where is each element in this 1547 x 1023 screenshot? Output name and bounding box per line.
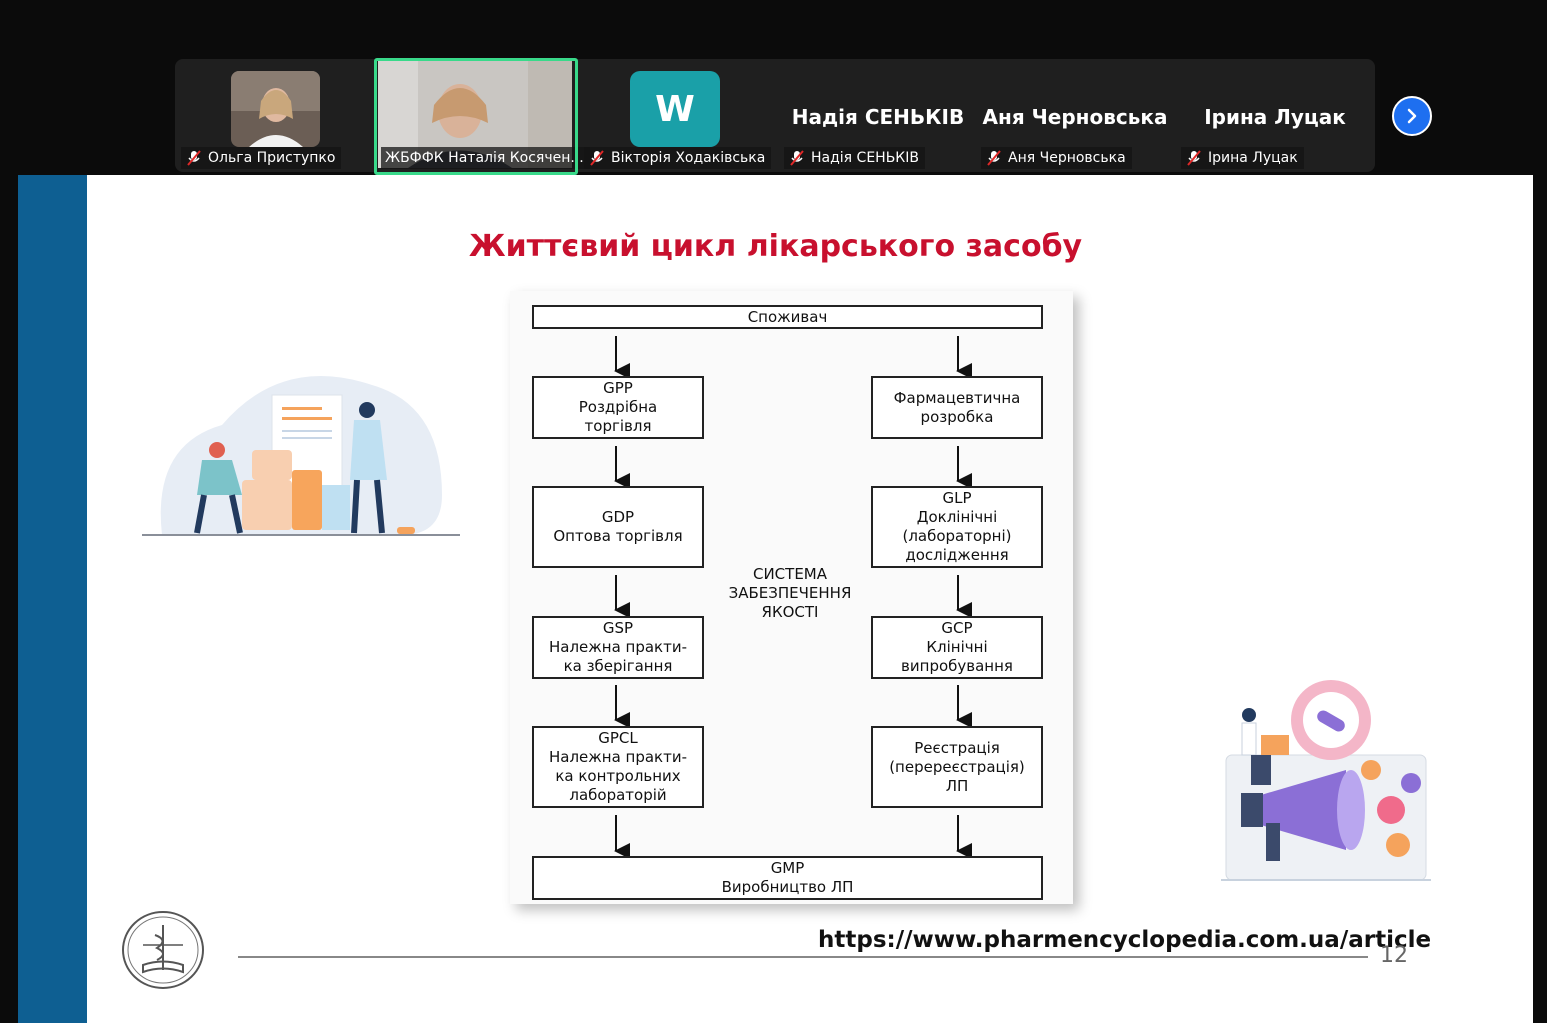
mic-muted-icon (790, 150, 804, 166)
footer-divider (238, 956, 1368, 958)
box-pharma-development: Фармацевтична розробка (871, 376, 1043, 439)
participant-name-4: Надія СЕНЬКІВ (784, 147, 925, 169)
mic-muted-icon (187, 150, 201, 166)
participant-name-1: Ольга Приступко (181, 147, 342, 169)
box-gpcl: GPCL Належна практи- ка контрольних лабо… (532, 726, 704, 808)
active-speaker-border (374, 58, 578, 175)
mic-muted-icon (987, 150, 1001, 166)
participant-name-3: Вікторія Ходаківська (584, 147, 772, 169)
participant-tile-5[interactable]: Аня Черновська Аня Черновська (975, 59, 1175, 172)
lifecycle-diagram: Споживач GPP Роздрібна торгівля GDP Опто… (510, 291, 1073, 904)
source-url: https://www.pharmencyclopedia.com.ua/art… (818, 927, 1432, 953)
participant-name-6: Ірина Луцак (1181, 147, 1304, 169)
box-consumer: Споживач (532, 305, 1043, 329)
participant-tile-1[interactable]: Ольга Приступко (175, 59, 375, 172)
box-gmp: GMP Виробництво ЛП (532, 856, 1043, 900)
megaphone-illustration (1221, 680, 1431, 881)
mic-muted-icon (1187, 150, 1201, 166)
participant-display-name: Аня Черновська (982, 105, 1168, 129)
participant-display-name: Надія СЕНЬКІВ (791, 105, 965, 129)
participant-name-5: Аня Черновська (981, 147, 1132, 169)
box-glp: GLP Доклінічні (лабораторні) дослідження (871, 486, 1043, 568)
next-participants-button[interactable] (1392, 96, 1432, 136)
participant-display-name: Ірина Луцак (1204, 105, 1346, 129)
participant-video-1 (231, 71, 320, 147)
slide-page-number: 12 (1380, 943, 1408, 968)
avatar-letter: W (630, 71, 720, 147)
box-gsp: GSP Належна практи- ка зберігання (532, 616, 704, 679)
college-logo-icon (122, 911, 204, 989)
slide-side-bar (18, 175, 87, 1023)
box-gdp: GDP Оптова торгівля (532, 486, 704, 568)
participant-tile-3[interactable]: W Вікторія Ходаківська (578, 59, 778, 172)
participant-tile-4[interactable]: Надія СЕНЬКІВ Надія СЕНЬКІВ (778, 59, 978, 172)
chevron-right-icon (1407, 108, 1417, 124)
box-gcp: GCP Клінічні випробування (871, 616, 1043, 679)
quality-system-label: СИСТЕМА ЗАБЕЗПЕЧЕННЯ ЯКОСТІ (728, 565, 852, 621)
box-registration: Реєстрація (перереєстрація) ЛП (871, 726, 1043, 808)
participant-tile-6[interactable]: Ірина Луцак Ірина Луцак (1175, 59, 1375, 172)
pharmacy-illustration (142, 376, 460, 536)
mic-muted-icon (590, 150, 604, 166)
shared-slide: Життєвий цикл лікарського засобу Спожива… (18, 175, 1533, 1023)
slide-title: Життєвий цикл лікарського засобу (468, 229, 1083, 264)
box-gpp: GPP Роздрібна торгівля (532, 376, 704, 439)
